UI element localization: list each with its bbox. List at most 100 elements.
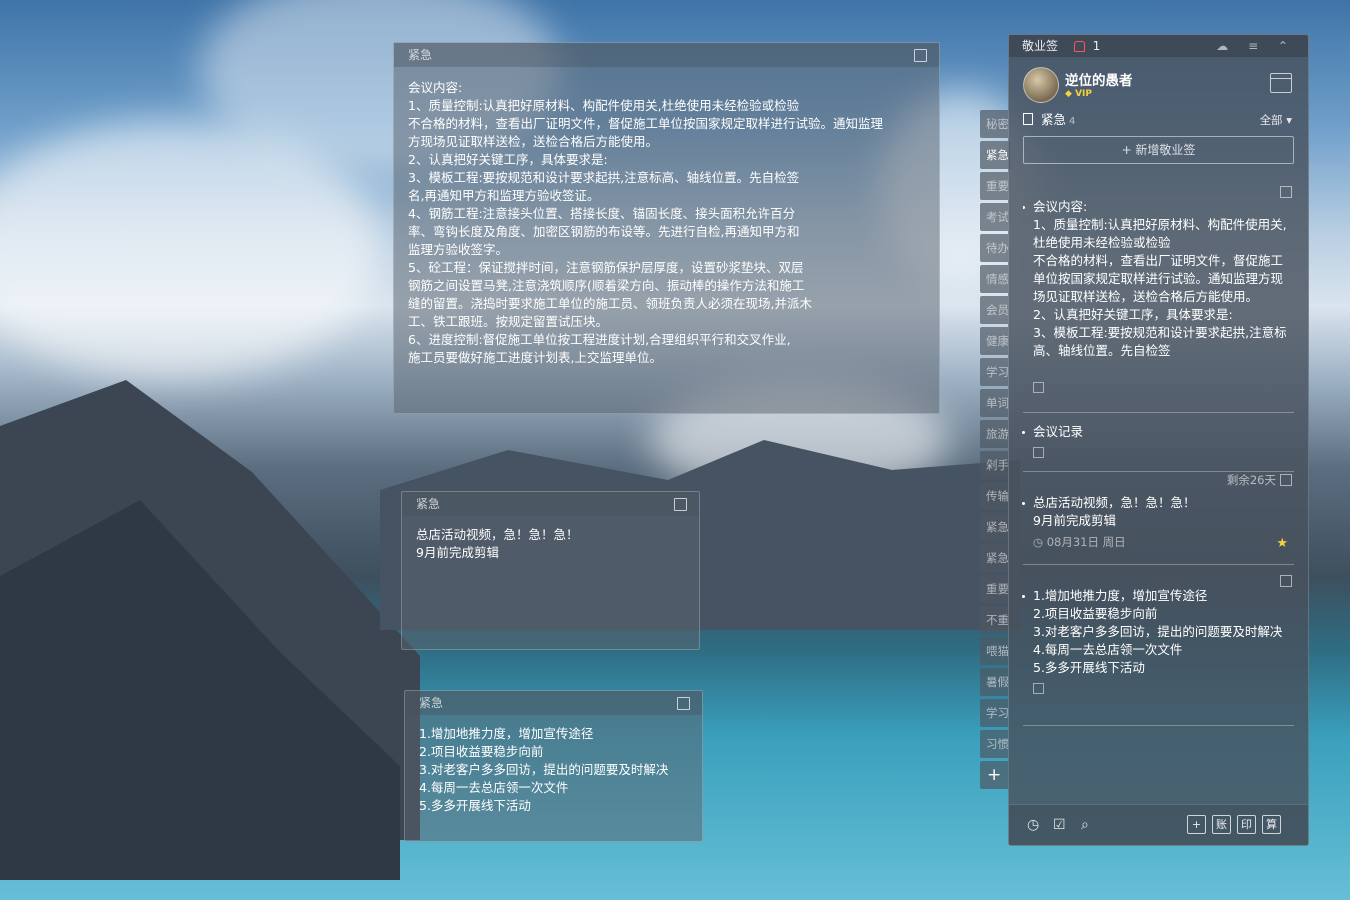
list-item[interactable]: 剩余26天 总店活动视频，急！急！急！ 9月前完成剪辑 ◷ 08月31日 周日 … <box>1022 472 1294 565</box>
note-content[interactable]: 会议内容: 1、质量控制:认真把好原材料、构配件使用关,杜绝使用未经检验或检验 … <box>394 67 939 377</box>
note-line: 缝的留置。浇捣时要求施工单位的施工员、领班负责人必须在现场,并派木 <box>408 296 812 311</box>
username: 逆位的愚者 <box>1065 73 1133 89</box>
tab-category[interactable]: 剁手 <box>980 451 1008 479</box>
tab-category[interactable]: 紧急 <box>980 544 1008 572</box>
note-content[interactable]: 总店活动视频，急！急！急！ 9月前完成剪辑 <box>402 516 699 572</box>
bullet-dot <box>1022 595 1025 598</box>
category-tabs: 秘密 紧急 重要 考试 待办 情感 会员 健康 学习 单词 旅游 剁手 传输 紧… <box>980 110 1010 792</box>
add-icon[interactable]: + <box>1187 815 1206 834</box>
tab-category[interactable]: 待办 <box>980 234 1008 262</box>
note-line: 5、砼工程：保证搅拌时间，注意钢筋保护层厚度，设置砂浆垫块、双层 <box>408 260 804 275</box>
tab-category[interactable]: 传输 <box>980 482 1008 510</box>
user-profile[interactable]: 逆位的愚者 ◆ VIP <box>1009 57 1308 107</box>
remaining-days: 剩余26天 <box>1226 473 1276 487</box>
note-line: 方现场见证取样送检，送检合格后方能使用。 <box>408 134 659 149</box>
category-row: 紧急 4 全部 ▾ <box>1009 107 1308 133</box>
tab-category-active[interactable]: 紧急 <box>980 141 1010 169</box>
note-line: 名,再通知甲方和监理方验收签证。 <box>408 188 600 203</box>
tab-category[interactable]: 喂猫 <box>980 637 1008 665</box>
item-text: 1.增加地推力度，增加宣传途径 2.项目收益要稳步向前 3.对老客户多多回访，提… <box>1033 588 1283 675</box>
note-line: 1、质量控制:认真把好原材料、构配件使用关,杜绝使用未经检验或检验 <box>408 98 800 113</box>
tab-category[interactable]: 健康 <box>980 327 1008 355</box>
calendar-icon[interactable] <box>1270 73 1292 93</box>
note-line: 钢筋之间设置马凳,注意浇筑顺序(顺着梁方向、振动棒的操作方法和施工 <box>408 278 805 293</box>
new-note-button[interactable]: + 新增敬业签 <box>1023 136 1294 164</box>
tab-category[interactable]: 秘密 <box>980 110 1008 138</box>
note-line: 工、铁工跟班。按规定留置试压块。 <box>408 314 609 329</box>
list-item[interactable]: 会议记录 <box>1022 413 1294 472</box>
tab-category[interactable]: 情感 <box>980 265 1008 293</box>
pin-icon[interactable] <box>1280 186 1292 198</box>
tab-category[interactable]: 重要 <box>980 575 1008 603</box>
tab-category[interactable]: 不重 <box>980 606 1008 634</box>
pin-icon[interactable] <box>674 498 687 511</box>
tab-category[interactable]: 暑假 <box>980 668 1008 696</box>
note-icon[interactable] <box>1033 447 1044 458</box>
note-line: 会议内容: <box>408 80 463 95</box>
tab-category[interactable]: 紧急 <box>980 513 1008 541</box>
panel-titlebar[interactable]: 敬业签 1 ☁ ≡ ⌃ <box>1009 35 1308 57</box>
bell-icon[interactable] <box>1073 41 1085 52</box>
note-header[interactable]: 紧急 <box>405 691 702 715</box>
note-icon[interactable] <box>1033 683 1044 694</box>
note-line: 2、认真把好关键工序，具体要求是: <box>408 152 608 167</box>
pin-icon[interactable] <box>1280 474 1292 486</box>
filter-dropdown[interactable]: 全部 ▾ <box>1260 107 1292 133</box>
notification-count: 1 <box>1092 39 1101 53</box>
clock-icon[interactable]: ◷ <box>1027 817 1039 833</box>
item-text: 会议内容: 1、质量控制:认真把好原材料、构配件使用关,杜绝使用未经检验或检验 … <box>1033 199 1287 358</box>
bookmark-icon <box>1023 113 1033 125</box>
vip-badge: ◆ VIP <box>1065 89 1092 99</box>
due-date-text: 08月31日 周日 <box>1046 535 1126 549</box>
diamond-icon: ◆ <box>1065 89 1076 99</box>
add-category-button[interactable]: + <box>980 761 1009 789</box>
current-category: 紧急 <box>1041 112 1067 127</box>
note-line: 监理方验收签字。 <box>408 242 509 257</box>
sticky-note-plan[interactable]: 紧急 1.增加地推力度，增加宣传途径 2.项目收益要稳步向前 3.对老客户多多回… <box>404 690 703 842</box>
due-date: ◷ 08月31日 周日 <box>1023 534 1294 550</box>
note-header[interactable]: 紧急 <box>394 43 939 67</box>
clock-icon: ◷ <box>1033 535 1047 549</box>
app-title: 敬业签 <box>1022 39 1059 53</box>
tab-category[interactable]: 考试 <box>980 203 1008 231</box>
tab-category[interactable]: 习惯 <box>980 730 1008 758</box>
note-line: 不合格的材料，查看出厂证明文件，督促施工单位按国家规定取样进行试验。通知监理 <box>408 116 884 131</box>
list-item[interactable]: 会议内容: 1、质量控制:认真把好原材料、构配件使用关,杜绝使用未经检验或检验 … <box>1023 186 1294 413</box>
sticky-note-meeting[interactable]: 紧急 会议内容: 1、质量控制:认真把好原材料、构配件使用关,杜绝使用未经检验或… <box>393 42 940 414</box>
note-category: 紧急 <box>408 48 433 62</box>
list-item[interactable]: 1.增加地推力度，增加宣传途径 2.项目收益要稳步向前 3.对老客户多多回访，提… <box>1022 565 1294 726</box>
note-header[interactable]: 紧急 <box>402 492 699 516</box>
note-line: 1.增加地推力度，增加宣传途径 <box>419 726 594 741</box>
panel-toolbar: ◷ ☑ ⌕ + 账 印 算 <box>1009 804 1308 845</box>
pin-icon[interactable] <box>677 697 690 710</box>
pin-icon[interactable] <box>1280 575 1292 587</box>
tab-category[interactable]: 会员 <box>980 296 1008 324</box>
bullet-dot <box>1022 502 1025 505</box>
tab-category[interactable]: 旅游 <box>980 420 1008 448</box>
tab-category[interactable]: 学习 <box>980 699 1008 727</box>
tab-category[interactable]: 单词 <box>980 389 1008 417</box>
print-icon[interactable]: 印 <box>1237 815 1256 834</box>
note-line: 施工员要做好施工进度计划表,上交监理单位。 <box>408 350 662 365</box>
search-icon[interactable]: ⌕ <box>1081 817 1089 833</box>
calculate-icon[interactable]: 算 <box>1262 815 1281 834</box>
note-category: 紧急 <box>419 696 444 710</box>
notes-panel: 敬业签 1 ☁ ≡ ⌃ 逆位的愚者 ◆ VIP 紧急 4 全部 ▾ + 新增敬业签… <box>1008 34 1309 846</box>
note-line: 4.每周一去总店领一次文件 <box>419 780 569 795</box>
tab-category[interactable]: 学习 <box>980 358 1008 386</box>
note-line: 3.对老客户多多回访，提出的问题要及时解决 <box>419 762 669 777</box>
note-line: 9月前完成剪辑 <box>416 545 499 560</box>
note-line: 5.多多开展线下活动 <box>419 798 531 813</box>
avatar[interactable] <box>1023 67 1059 103</box>
checklist-icon[interactable]: ☑ <box>1053 817 1066 833</box>
note-content[interactable]: 1.增加地推力度，增加宣传途径 2.项目收益要稳步向前 3.对老客户多多回访，提… <box>405 715 702 825</box>
pin-icon[interactable] <box>914 49 927 62</box>
tab-category[interactable]: 重要 <box>980 172 1008 200</box>
note-line: 4、钢筋工程:注意接头位置、搭接长度、锚固长度、接头面积允许百分 <box>408 206 796 221</box>
star-icon[interactable]: ★ <box>1276 536 1288 551</box>
window-controls[interactable]: ☁ ≡ ⌃ <box>1216 35 1296 57</box>
sticky-note-video[interactable]: 紧急 总店活动视频，急！急！急！ 9月前完成剪辑 <box>401 491 700 650</box>
note-icon[interactable] <box>1033 382 1044 393</box>
account-icon[interactable]: 账 <box>1212 815 1231 834</box>
category-count: 4 <box>1069 116 1076 127</box>
